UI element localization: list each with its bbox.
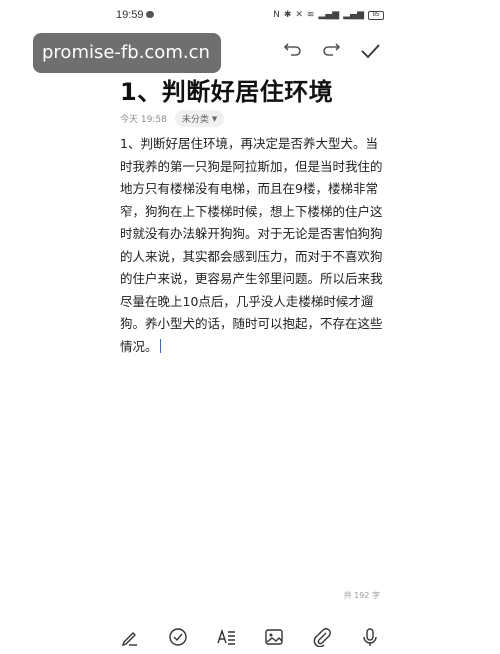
attachment-icon [313, 628, 331, 647]
redo-button[interactable] [320, 40, 344, 62]
microphone-icon [363, 628, 377, 646]
redo-icon [323, 43, 341, 56]
checklist-button[interactable] [166, 625, 190, 649]
bluetooth-icon: ✱ [283, 10, 292, 20]
status-time: 19:59 [116, 9, 144, 21]
voice-input-button[interactable] [358, 625, 382, 649]
note-date: 今天 19:58 [120, 115, 167, 125]
note-body-text: 1、判断好居住环境，再决定是否养大型犬。当时我养的第一只狗是阿拉斯加，但是当时我… [120, 136, 383, 354]
text-format-icon [217, 628, 235, 645]
watermark: promise-fb.com.cn [33, 33, 221, 73]
signal-2-icon: ▂▄▆ [343, 10, 364, 20]
attachment-button[interactable] [310, 625, 334, 649]
handwriting-button[interactable] [118, 625, 142, 649]
undo-icon [283, 43, 301, 56]
wifi-icon: ≋ [306, 10, 315, 20]
signal-icon: ▂▄▆ [318, 10, 340, 20]
undo-button[interactable] [280, 40, 304, 62]
status-icons: N ✱ ✕ ≋ ▂▄▆ ▂▄▆ 85 [273, 10, 384, 20]
done-button[interactable] [358, 40, 382, 62]
text-cursor [159, 338, 162, 353]
checklist-icon [169, 628, 187, 646]
category-dropdown[interactable]: 未分类 ▼ [174, 110, 225, 127]
text-format-button[interactable] [214, 625, 238, 649]
nfc-icon: N [273, 10, 280, 20]
notes-app: 19:59 N ✱ ✕ ≋ ▂▄▆ ▂▄▆ 85 1、判断好居住环境 今天 19… [108, 0, 392, 654]
note-title[interactable]: 1、判断好居住环境 [120, 72, 333, 107]
chevron-down-icon: ▼ [211, 114, 218, 123]
note-body-editor[interactable]: 1、判断好居住环境，再决定是否养大型犬。当时我养的第一只狗是阿拉斯加，但是当时我… [120, 133, 384, 358]
category-label: 未分类 [181, 115, 209, 125]
pen-icon [121, 632, 137, 647]
insert-image-button[interactable] [262, 625, 286, 649]
status-bar: 19:59 N ✱ ✕ ≋ ▂▄▆ ▂▄▆ 85 [108, 0, 392, 32]
mute-icon: ✕ [295, 10, 303, 20]
message-icon [146, 11, 154, 18]
battery-icon: 85 [368, 10, 384, 20]
check-icon [361, 44, 380, 59]
note-meta: 今天 19:58 未分类 ▼ [120, 110, 225, 127]
image-icon [265, 629, 283, 645]
editor-toolbar [108, 625, 392, 651]
char-count: 共 192 字 [343, 591, 380, 600]
